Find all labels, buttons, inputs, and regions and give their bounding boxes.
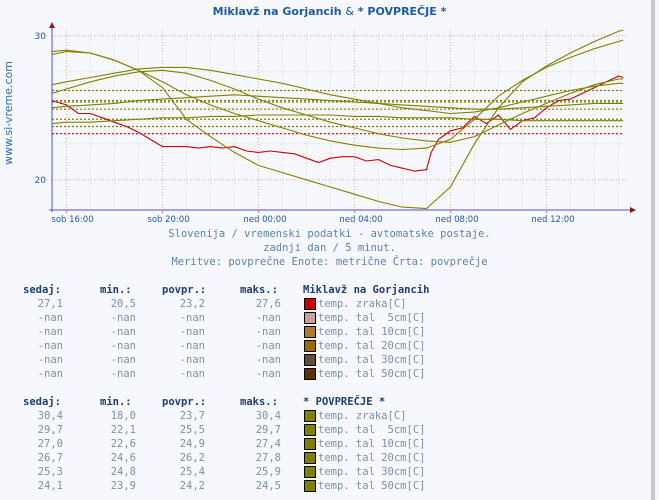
stat-povpr: 25,5: [179, 424, 205, 436]
stat-povpr: 26,2: [179, 452, 205, 464]
stat-sedaj: 25,3: [37, 466, 63, 478]
legend-label: temp. tal 30cm[C]: [318, 466, 426, 478]
stat-sedaj: -nan: [37, 340, 63, 352]
y-tick-label: 20: [35, 176, 47, 186]
hdr-min: min.:: [100, 284, 132, 296]
stat-maks: -nan: [255, 368, 281, 380]
hdr-povpr: povpr.:: [162, 396, 207, 408]
stat-povpr: -nan: [179, 354, 205, 366]
y-tick-label: 30: [35, 32, 47, 42]
stat-sedaj: -nan: [37, 326, 63, 338]
hdr-povpr: povpr.:: [162, 284, 207, 296]
x-tick-label: ned 00:00: [243, 215, 286, 225]
stat-maks: 27,8: [255, 452, 281, 464]
block-name: * POVPREČJE *: [303, 396, 386, 408]
legend-swatch: [304, 410, 316, 422]
stat-maks: 25,9: [255, 466, 281, 478]
stat-min: 22,6: [110, 438, 136, 450]
axes: [49, 22, 636, 213]
stat-sedaj: 30,4: [37, 410, 63, 422]
legend-swatch: [304, 298, 316, 310]
stat-povpr: -nan: [179, 368, 205, 380]
legend-label: temp. tal 5cm[C]: [318, 424, 426, 436]
stat-sedaj: 26,7: [37, 452, 63, 464]
legend-label: temp. tal 50cm[C]: [318, 480, 426, 492]
stat-min: 18,0: [110, 410, 136, 422]
stat-povpr: -nan: [179, 340, 205, 352]
stat-min: -nan: [110, 354, 136, 366]
legend-label: temp. tal 10cm[C]: [318, 326, 426, 338]
legend-swatch: [304, 424, 316, 436]
hdr-min: min.:: [100, 396, 132, 408]
subtitle-line-1: Slovenija / vremenski podatki - avtomats…: [168, 228, 491, 240]
legend-swatch: [304, 312, 316, 324]
hdr-maks: maks.:: [240, 396, 278, 408]
stat-maks: 30,4: [255, 410, 281, 422]
stat-sedaj: -nan: [37, 354, 63, 366]
average-lines: [52, 89, 624, 135]
line-chart: sob 16:00 sob 20:00 ned 00:00 ned 04:00 ned …: [35, 22, 636, 225]
stat-min: 23,9: [110, 480, 136, 492]
stat-min: 24,8: [110, 466, 136, 478]
legend-swatch: [304, 438, 316, 450]
x-tick-label: sob 16:00: [51, 215, 93, 225]
subtitle-line-2: zadnji dan / 5 minut.: [263, 242, 396, 254]
stat-sedaj: -nan: [37, 312, 63, 324]
block-name: Miklavž na Gorjancih: [303, 284, 430, 296]
x-axis-arrow: [630, 207, 636, 213]
stat-maks: -nan: [255, 354, 281, 366]
grid: [52, 30, 628, 210]
stat-sedaj: 24,1: [37, 480, 63, 492]
stat-min: 24,6: [110, 452, 136, 464]
subtitle-line-3: Meritve: povprečne Enote: metrične Črta:…: [171, 256, 488, 268]
legend-label: temp. zraka[C]: [318, 410, 407, 422]
stat-povpr: -nan: [179, 312, 205, 324]
legend-label: temp. tal 5cm[C]: [318, 312, 426, 324]
stat-min: -nan: [110, 340, 136, 352]
stat-maks: -nan: [255, 312, 281, 324]
x-tick-label: ned 08:00: [435, 215, 478, 225]
stat-povpr: 23,2: [179, 298, 205, 310]
stat-maks: 29,7: [255, 424, 281, 436]
y-axis-arrow: [49, 22, 55, 28]
legend-label: temp. zraka[C]: [318, 298, 407, 310]
stat-maks: 27,4: [255, 438, 281, 450]
stat-sedaj: 29,7: [37, 424, 63, 436]
legend-swatch: [304, 354, 316, 366]
stat-povpr: 25,4: [179, 466, 205, 478]
legend-label: temp. tal 20cm[C]: [318, 452, 426, 464]
stat-maks: -nan: [255, 326, 281, 338]
legend-label: temp. tal 30cm[C]: [318, 354, 426, 366]
stat-maks: 24,5: [255, 480, 281, 492]
stat-povpr: 24,2: [179, 480, 205, 492]
stat-povpr: 24,9: [179, 438, 205, 450]
stat-maks: -nan: [255, 340, 281, 352]
hdr-maks: maks.:: [240, 284, 278, 296]
legend-label: temp. tal 20cm[C]: [318, 340, 426, 352]
hdr-sedaj: sedaj:: [23, 284, 61, 296]
legend-swatch: [304, 340, 316, 352]
legend-swatch: [304, 326, 316, 338]
hdr-sedaj: sedaj:: [23, 396, 61, 408]
x-tick-label: sob 20:00: [147, 215, 189, 225]
x-tick-label: ned 04:00: [339, 215, 382, 225]
stat-maks: 27,6: [255, 298, 281, 310]
stat-sedaj: 27,1: [37, 298, 63, 310]
stat-sedaj: -nan: [37, 368, 63, 380]
legend-swatch: [304, 452, 316, 464]
stat-sedaj: 27,0: [37, 438, 63, 450]
legend-swatch: [304, 368, 316, 380]
stat-min: -nan: [110, 368, 136, 380]
x-tick-label: ned 12:00: [531, 215, 574, 225]
stat-min: -nan: [110, 312, 136, 324]
stat-povpr: 23,7: [179, 410, 205, 422]
legend-swatch: [304, 466, 316, 478]
legend-swatch: [304, 480, 316, 492]
stat-min: 22,1: [110, 424, 136, 436]
stat-min: -nan: [110, 326, 136, 338]
stat-min: 20,5: [110, 298, 136, 310]
legend-label: temp. tal 10cm[C]: [318, 438, 426, 450]
stat-povpr: -nan: [179, 326, 205, 338]
legend-label: temp. tal 50cm[C]: [318, 368, 426, 380]
